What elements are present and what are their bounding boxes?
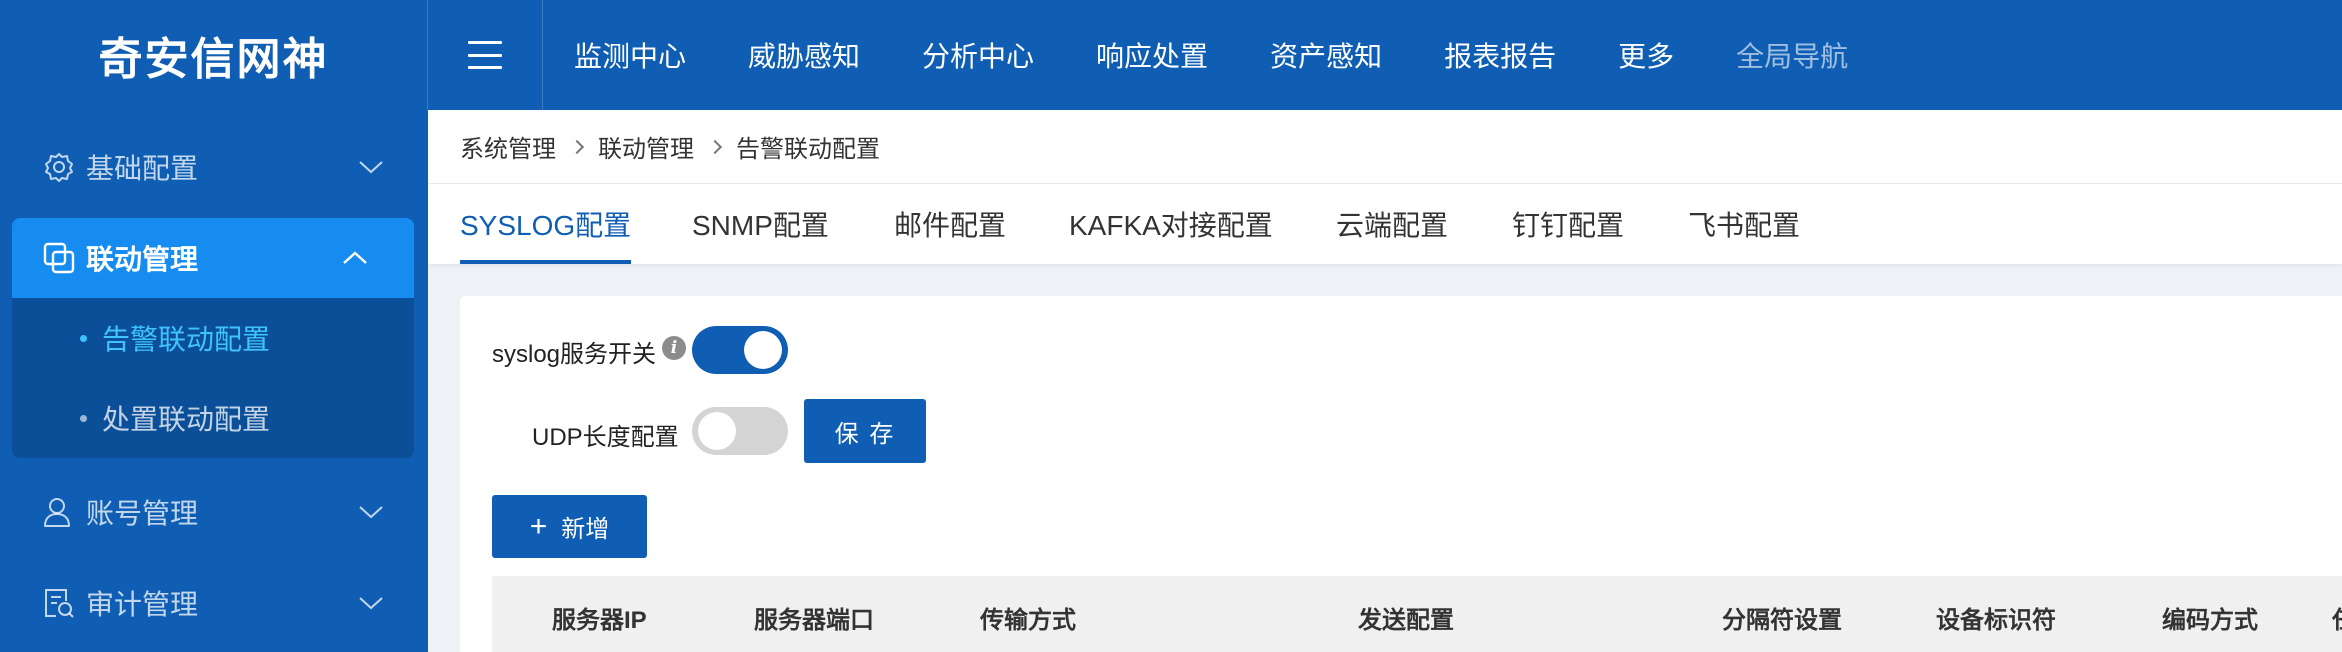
chevron-right-icon: [569, 139, 585, 154]
tab-kafka[interactable]: KAFKA对接配置: [1069, 204, 1273, 264]
sidebar-item-linkage[interactable]: 联动管理: [12, 218, 414, 298]
hamburger-icon: [468, 41, 502, 69]
add-button-label: 新增: [561, 516, 610, 543]
column-header-encoding[interactable]: 编码方式: [2162, 600, 2258, 635]
syslog-service-toggle[interactable]: [692, 326, 788, 374]
top-nav-response[interactable]: 响应处置: [1096, 35, 1208, 75]
sidebar: 基础配置 联动管理 告警联动配置 处置联动配置 账号管理 审计管理: [0, 110, 428, 652]
udp-length-label: UDP长度配置: [532, 424, 679, 451]
breadcrumb: 系统管理 联动管理 告警联动配置: [428, 110, 2342, 184]
breadcrumb-item-linkage[interactable]: 联动管理: [598, 129, 694, 164]
plus-icon: +: [529, 509, 548, 543]
sidebar-subitem-label: 处置联动配置: [102, 404, 271, 435]
sidebar-submenu-linkage: 告警联动配置 处置联动配置: [12, 298, 414, 458]
top-nav-reports[interactable]: 报表报告: [1444, 35, 1556, 75]
tab-snmp[interactable]: SNMP配置: [692, 204, 829, 264]
syslog-switch-label: syslog服务开关: [492, 341, 657, 368]
global-nav-link[interactable]: 全局导航: [1736, 35, 1848, 75]
tab-feishu[interactable]: 飞书配置: [1688, 204, 1800, 264]
bullet-dot: [80, 414, 87, 422]
config-tabs: SYSLOG配置 SNMP配置 邮件配置 KAFKA对接配置 云端配置 钉钉配置…: [428, 184, 2342, 264]
tab-email[interactable]: 邮件配置: [894, 204, 1006, 264]
toggle-knob: [698, 412, 736, 450]
audit-icon: [45, 589, 74, 618]
column-header-transport[interactable]: 传输方式: [980, 600, 1076, 635]
column-header-device-id[interactable]: 设备标识符: [1936, 600, 2056, 635]
sidebar-subitem-label: 告警联动配置: [102, 324, 271, 355]
sidebar-item-label: 基础配置: [86, 153, 199, 184]
udp-length-toggle[interactable]: [692, 407, 788, 455]
sidebar-item-label: 账号管理: [86, 498, 199, 529]
top-nav-threat[interactable]: 威胁感知: [748, 35, 860, 75]
user-icon: [44, 498, 70, 527]
column-header-server-ip[interactable]: 服务器IP: [552, 600, 647, 635]
save-button[interactable]: 保 存: [804, 399, 926, 463]
tab-dingtalk[interactable]: 钉钉配置: [1512, 204, 1624, 264]
breadcrumb-item-current: 告警联动配置: [736, 136, 880, 163]
linkage-icon: [43, 242, 75, 274]
top-bar: 奇安信网神 监测中心 威胁感知 分析中心 响应处置 资产感知 报表报告 更多 全…: [0, 0, 2342, 110]
bullet-dot: [80, 334, 87, 342]
column-header-delimiter[interactable]: 分隔符设置: [1722, 600, 1842, 635]
sidebar-item-audit[interactable]: 审计管理: [0, 563, 428, 643]
column-header-server-port[interactable]: 服务器端口: [754, 600, 874, 635]
info-icon[interactable]: i: [662, 336, 686, 360]
toggle-knob: [744, 331, 782, 369]
top-nav-more[interactable]: 更多: [1618, 35, 1674, 75]
sidebar-item-account[interactable]: 账号管理: [0, 472, 428, 552]
table-header: 服务器IP 服务器端口 传输方式 发送配置 分隔符设置 设备标识符 编码方式 任: [492, 576, 2342, 652]
chevron-down-icon: [359, 161, 383, 174]
add-button[interactable]: + 新增: [492, 495, 647, 558]
chevron-right-icon: [707, 139, 723, 154]
gear-icon: [45, 153, 73, 182]
sidebar-subitem-alert-linkage[interactable]: 告警联动配置: [12, 298, 414, 378]
brand-logo[interactable]: 奇安信网神: [0, 0, 428, 110]
top-nav: 监测中心 威胁感知 分析中心 响应处置 资产感知 报表报告 更多 全局导航: [574, 0, 1910, 110]
chevron-down-icon: [359, 597, 383, 610]
top-nav-analysis[interactable]: 分析中心: [922, 35, 1034, 75]
sidebar-subitem-disposal-linkage[interactable]: 处置联动配置: [12, 378, 414, 458]
tab-syslog[interactable]: SYSLOG配置: [460, 204, 632, 264]
top-nav-assets[interactable]: 资产感知: [1270, 35, 1382, 75]
chevron-down-icon: [359, 506, 383, 519]
tab-cloud[interactable]: 云端配置: [1336, 204, 1448, 264]
breadcrumb-item-system[interactable]: 系统管理: [460, 129, 556, 164]
menu-toggle-button[interactable]: [428, 0, 543, 110]
column-header-send-config[interactable]: 发送配置: [1358, 600, 1454, 635]
save-button-label: 保 存: [834, 420, 896, 448]
column-header-partial[interactable]: 任: [2332, 600, 2342, 635]
chevron-up-icon: [343, 251, 367, 264]
top-nav-monitor[interactable]: 监测中心: [574, 35, 686, 75]
sidebar-item-label: 审计管理: [86, 589, 199, 620]
sidebar-item-label: 联动管理: [86, 244, 199, 275]
sidebar-item-basic-config[interactable]: 基础配置: [0, 127, 428, 207]
